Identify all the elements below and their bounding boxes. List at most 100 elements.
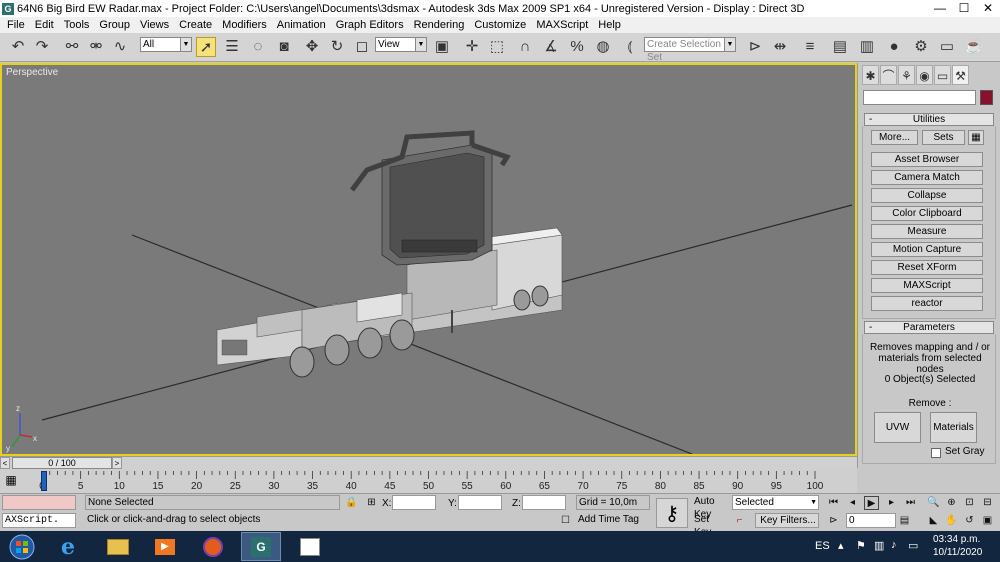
- render-setup-icon[interactable]: ⚙: [911, 37, 931, 57]
- 3dsmax-taskbar-button[interactable]: G: [241, 532, 281, 561]
- color-clipboard-button[interactable]: Color Clipboard: [871, 206, 983, 221]
- select-and-move-icon[interactable]: ✥: [302, 37, 322, 57]
- reactor-button[interactable]: reactor: [871, 296, 983, 311]
- align-icon[interactable]: ⇹: [770, 37, 790, 57]
- y-coordinate-field[interactable]: [458, 495, 502, 510]
- hierarchy-tab-icon[interactable]: ⚘: [898, 65, 915, 85]
- more-button[interactable]: More...: [871, 130, 918, 145]
- configure-button-sets-icon[interactable]: ▦: [968, 130, 984, 145]
- schematic-view-icon[interactable]: ▥: [857, 37, 877, 57]
- render-production-icon[interactable]: ☕: [964, 37, 984, 57]
- perspective-viewport[interactable]: Perspective z x y: [0, 63, 857, 456]
- zoom-icon[interactable]: 🔍: [926, 496, 941, 510]
- zoom-extents-all-icon[interactable]: ⊟: [980, 496, 995, 510]
- orbit-icon[interactable]: ↺: [962, 514, 977, 528]
- unlink-icon[interactable]: ⚮: [86, 37, 106, 57]
- menu-help[interactable]: Help: [593, 19, 626, 31]
- firefox-taskbar-button[interactable]: [193, 532, 233, 561]
- maximize-button[interactable]: ☐: [952, 0, 976, 17]
- use-pivot-center-icon[interactable]: ▣: [432, 37, 452, 57]
- rendered-frame-window-icon[interactable]: ▭: [937, 37, 957, 57]
- play-icon[interactable]: ▶: [864, 496, 879, 510]
- select-and-scale-icon[interactable]: ◻: [352, 37, 372, 57]
- layer-manager-icon[interactable]: ≡: [800, 37, 820, 57]
- close-button[interactable]: ✕: [976, 0, 1000, 17]
- auto-key-button[interactable]: Auto Key: [692, 495, 728, 520]
- reset-xform-button[interactable]: Reset XForm: [871, 260, 983, 275]
- spinner-snap-icon[interactable]: ◍: [593, 37, 613, 57]
- measure-button[interactable]: Measure: [871, 224, 983, 239]
- key-filters-button[interactable]: Key Filters...: [755, 513, 819, 528]
- time-slider-thumb[interactable]: 0 / 100: [12, 457, 112, 469]
- radar-truck-model[interactable]: [216, 130, 563, 378]
- language-indicator[interactable]: ES: [815, 540, 830, 552]
- internet-explorer-taskbar-button[interactable]: e: [48, 532, 88, 561]
- next-frame-icon[interactable]: ▸: [884, 496, 899, 510]
- media-player-taskbar-button[interactable]: ▶: [145, 532, 185, 561]
- time-slider-next-button[interactable]: >: [112, 457, 122, 469]
- parameters-rollout-header[interactable]: - Parameters: [864, 321, 994, 334]
- reference-coordinate-dropdown[interactable]: View ▼: [375, 37, 427, 52]
- track-bar[interactable]: ▦ 05101520253035404550556065707580859095…: [0, 469, 857, 493]
- current-frame-field[interactable]: 0: [846, 513, 896, 528]
- default-in-out-tangent-icon[interactable]: ⌐: [732, 514, 747, 528]
- show-hidden-icons-icon[interactable]: ▴: [838, 539, 844, 552]
- field-of-view-icon[interactable]: ◣: [926, 514, 941, 528]
- menu-modifiers[interactable]: Modifiers: [217, 19, 272, 31]
- clock-time[interactable]: 03:34 p.m.: [933, 534, 980, 545]
- minimize-button[interactable]: —: [928, 0, 952, 17]
- named-selection-sets-dropdown[interactable]: Create Selection Set ▼: [644, 37, 736, 63]
- menu-rendering[interactable]: Rendering: [409, 19, 470, 31]
- utilities-tab-icon[interactable]: ⚒: [952, 65, 969, 85]
- maxscript-mini-listener[interactable]: AXScript.: [2, 513, 76, 528]
- camera-match-button[interactable]: Camera Match: [871, 170, 983, 185]
- key-mode-toggle-icon[interactable]: ⊳: [826, 514, 841, 528]
- object-name-field[interactable]: [863, 90, 976, 105]
- menu-tools[interactable]: Tools: [59, 19, 95, 31]
- menu-views[interactable]: Views: [135, 19, 174, 31]
- utilities-rollout-header[interactable]: - Utilities: [864, 113, 994, 126]
- object-color-swatch[interactable]: [980, 90, 993, 105]
- collapse-button[interactable]: Collapse: [871, 188, 983, 203]
- maxscript-button[interactable]: MAXScript: [871, 278, 983, 293]
- maximize-viewport-icon[interactable]: ▣: [980, 514, 995, 528]
- current-frame-marker[interactable]: [41, 471, 47, 491]
- paint-taskbar-button[interactable]: [290, 532, 330, 561]
- network-icon[interactable]: ▥: [874, 539, 884, 552]
- set-key-button[interactable]: Set Key: [692, 513, 728, 538]
- file-explorer-taskbar-button[interactable]: [98, 532, 138, 561]
- key-mode-dropdown[interactable]: Selected ▼: [732, 495, 819, 510]
- z-coordinate-field[interactable]: [522, 495, 566, 510]
- time-slider-prev-button[interactable]: <: [0, 457, 10, 469]
- start-button[interactable]: [2, 532, 42, 561]
- material-editor-icon[interactable]: ●: [884, 37, 904, 57]
- clock-date[interactable]: 10/11/2020: [933, 547, 982, 558]
- select-and-rotate-icon[interactable]: ↻: [327, 37, 347, 57]
- previous-frame-icon[interactable]: ◂: [845, 496, 860, 510]
- menu-group[interactable]: Group: [94, 19, 135, 31]
- select-object-icon[interactable]: ➚: [196, 37, 216, 57]
- menu-create[interactable]: Create: [174, 19, 217, 31]
- motion-tab-icon[interactable]: ◉: [916, 65, 933, 85]
- action-center-flag-icon[interactable]: ⚑: [856, 539, 866, 552]
- select-and-manipulate-icon[interactable]: ✛: [462, 37, 482, 57]
- materials-button[interactable]: Materials: [930, 412, 977, 443]
- add-time-tag[interactable]: Add Time Tag: [576, 513, 650, 528]
- time-slider[interactable]: < 0 / 100 >: [0, 456, 857, 469]
- maxscript-mini-listener-top[interactable]: [2, 495, 76, 510]
- menu-edit[interactable]: Edit: [30, 19, 59, 31]
- zoom-extents-icon[interactable]: ⊡: [962, 496, 977, 510]
- snaps-toggle-icon[interactable]: ∩: [515, 37, 535, 57]
- modify-tab-icon[interactable]: ⌒: [880, 65, 897, 85]
- redo-icon[interactable]: ↷: [32, 37, 52, 57]
- edit-named-selection-icon[interactable]: ⦅: [620, 37, 640, 57]
- display-tab-icon[interactable]: ▭: [934, 65, 951, 85]
- set-key-icon[interactable]: ⚷: [656, 498, 688, 528]
- angle-snap-icon[interactable]: ∡: [541, 37, 561, 57]
- sets-button[interactable]: Sets: [922, 130, 965, 145]
- percent-snap-icon[interactable]: %: [567, 37, 587, 57]
- undo-icon[interactable]: ↶: [8, 37, 28, 57]
- menu-animation[interactable]: Animation: [272, 19, 331, 31]
- lock-selection-icon[interactable]: 🔒: [344, 496, 359, 510]
- volume-icon[interactable]: ♪: [891, 539, 897, 551]
